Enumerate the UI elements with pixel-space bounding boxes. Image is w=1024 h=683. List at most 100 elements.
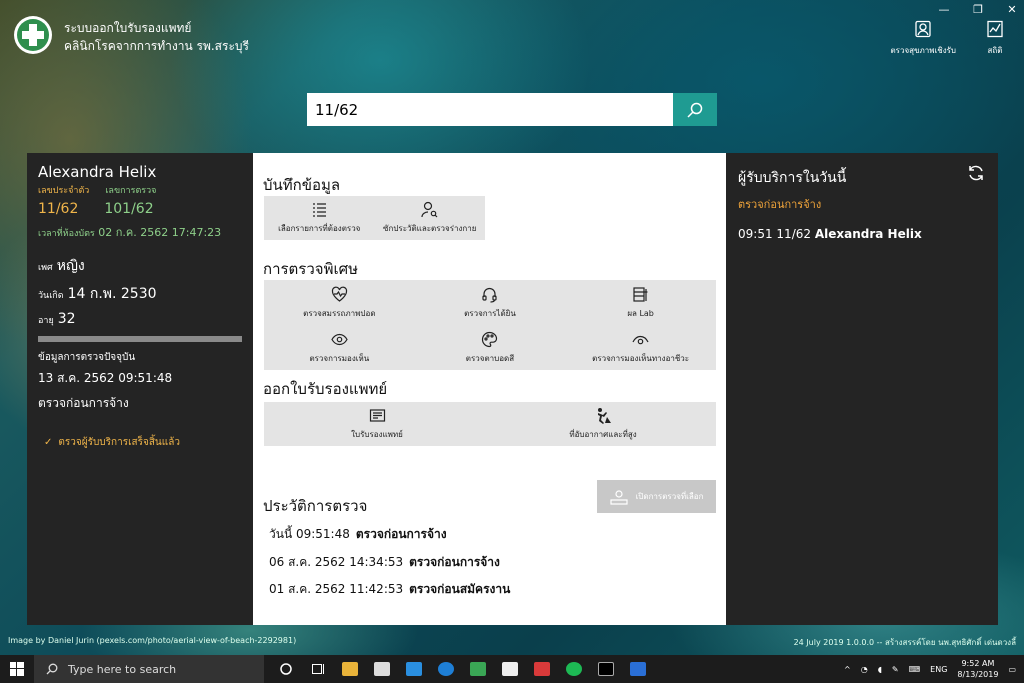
window-controls: — ❐ ✕ <box>938 3 1018 16</box>
close-icon[interactable]: ✕ <box>1006 3 1018 16</box>
certificate-buttons: ใบรับรองแพทย์ ที่อับอากาศและที่สูง <box>264 402 716 446</box>
lab-icon <box>633 286 648 302</box>
stats-button[interactable]: สถิติ <box>986 20 1004 57</box>
check-icon: ✓ <box>44 437 53 448</box>
minimize-icon[interactable]: — <box>938 3 950 16</box>
patient-id: 11/62 <box>38 201 79 217</box>
mail-icon <box>374 662 390 676</box>
search-input[interactable] <box>307 93 673 126</box>
clock[interactable]: 9:52 AM 8/13/2019 <box>957 658 998 680</box>
app-button-3[interactable] <box>526 655 558 683</box>
confined-space-button[interactable]: ที่อับอากาศและที่สูง <box>490 402 716 446</box>
history-row-date: วันนี้ 09:51:48 <box>269 527 350 541</box>
record-section-title: บันทึกข้อมูล <box>263 176 341 194</box>
search-icon <box>46 663 58 675</box>
history-row[interactable]: วันนี้ 09:51:48 ตรวจก่อนการจ้าง <box>269 525 447 544</box>
app-logo <box>14 16 52 54</box>
app-icon <box>470 662 486 676</box>
volume-icon[interactable]: ◖ <box>878 665 882 674</box>
eye-half-icon <box>632 335 649 344</box>
checklist-icon <box>312 203 326 217</box>
taskbar: Type here to search ^ ◔ ◖ ✎ ⌨ ENG 9:52 A… <box>0 655 1024 683</box>
app-title-line2: คลินิกโรคจากการทำงาน รพ.สระบุรี <box>64 39 249 53</box>
person-search-icon <box>421 201 438 218</box>
document-icon <box>502 662 518 676</box>
app-button-2[interactable] <box>494 655 526 683</box>
sex-value: หญิง <box>56 258 85 274</box>
stats-label: สถิติ <box>987 46 1003 55</box>
windows-icon <box>10 662 24 676</box>
task-view-button[interactable] <box>302 655 334 683</box>
medical-certificate-button[interactable]: ใบรับรองแพทย์ <box>264 402 490 446</box>
lab-result-button[interactable]: ผล Lab <box>565 280 716 325</box>
today-entry-time: 09:51 <box>738 227 773 241</box>
refresh-icon <box>969 165 983 181</box>
patient-panel: Alexandra Helix เลขประจำตัว เลขการตรวจ 1… <box>27 153 253 625</box>
taskbar-search[interactable]: Type here to search <box>34 655 264 683</box>
notification-icon[interactable]: ▭ <box>1008 665 1016 674</box>
hearing-test-label: ตรวจการได้ยิน <box>464 308 516 318</box>
exam-done-text: ตรวจผู้รับบริการเสร็จสิ้นแล้ว <box>58 437 180 448</box>
history-row[interactable]: 01 ส.ค. 2562 11:42:53 ตรวจก่อนสมัครงาน <box>269 580 510 599</box>
app-title: ระบบออกใบรับรองแพทย์ คลินิกโรคจากการทำงา… <box>64 19 249 55</box>
top-actions: ตรวจสุขภาพเชิงรับ สถิติ <box>890 20 1004 57</box>
heart-pulse-icon <box>331 286 347 302</box>
app-red-icon <box>534 662 550 676</box>
today-entry-name: Alexandra Helix <box>814 227 922 241</box>
age-label: อายุ <box>38 316 54 326</box>
vision-test-button[interactable]: ตรวจการมองเห็น <box>264 325 415 370</box>
occupational-vision-button[interactable]: ตรวจการมองเห็นทางอาชีวะ <box>565 325 716 370</box>
confined-space-label: ที่อับอากาศและที่สูง <box>569 430 637 439</box>
passive-checkup-button[interactable]: ตรวจสุขภาพเชิงรับ <box>890 20 956 57</box>
occupational-vision-label: ตรวจการมองเห็นทางอาชีวะ <box>592 353 690 363</box>
visit-label: เลขการตรวจ <box>105 186 157 196</box>
folder-icon <box>342 662 358 676</box>
version-text: 24 July 2019 1.0.0.0 -- สร้างสรรค์โดย นพ… <box>793 638 1016 647</box>
today-entry[interactable]: 09:51 11/62 Alexandra Helix <box>738 227 986 241</box>
color-blind-test-button[interactable]: ตรวจตาบอดสี <box>415 325 566 370</box>
history-row[interactable]: 06 ส.ค. 2562 14:34:53 ตรวจก่อนการจ้าง <box>269 553 500 572</box>
terminal-button[interactable] <box>590 655 622 683</box>
clock-time: 9:52 AM <box>961 659 995 668</box>
search-icon <box>687 102 703 118</box>
checkin-label: เวลาที่ห้องบัตร <box>38 229 95 239</box>
person-frame-icon <box>915 20 931 38</box>
file-explorer-button[interactable] <box>334 655 366 683</box>
app-button-1[interactable] <box>462 655 494 683</box>
chevron-up-icon[interactable]: ^ <box>844 665 851 674</box>
spotify-button[interactable] <box>558 655 590 683</box>
lung-test-label: ตรวจสมรรถภาพปอด <box>303 308 376 318</box>
hearing-test-button[interactable]: ตรวจการได้ยิน <box>415 280 566 325</box>
search-button[interactable] <box>673 93 717 126</box>
history-physical-button[interactable]: ซักประวัติและตรวจร่างกาย <box>375 196 486 240</box>
select-exam-items-label: เลือกรายการที่ต้องตรวจ <box>278 224 361 233</box>
app-button-4[interactable] <box>622 655 654 683</box>
store-button[interactable] <box>398 655 430 683</box>
mail-button[interactable] <box>366 655 398 683</box>
language-indicator[interactable]: ENG <box>930 665 947 674</box>
start-button[interactable] <box>0 662 34 676</box>
refresh-button[interactable] <box>966 163 986 187</box>
passive-checkup-label: ตรวจสุขภาพเชิงรับ <box>890 46 956 55</box>
select-exam-items-button[interactable]: เลือกรายการที่ต้องตรวจ <box>264 196 375 240</box>
history-section-title: ประวัติการตรวจ <box>263 497 368 515</box>
restore-icon[interactable]: ❐ <box>972 3 984 16</box>
circle-icon <box>280 663 292 675</box>
pen-icon[interactable]: ✎ <box>892 665 899 674</box>
window-app-icon <box>630 662 646 676</box>
spotify-icon <box>566 662 582 676</box>
network-icon[interactable]: ◔ <box>861 665 868 674</box>
cortana-button[interactable] <box>270 655 302 683</box>
open-selected-exam-button[interactable]: เปิดการตรวจที่เลือก <box>597 480 716 513</box>
checkin-value: 02 ก.ค. 2562 17:47:23 <box>98 226 222 239</box>
keyboard-icon[interactable]: ⌨ <box>909 665 921 674</box>
color-blind-test-label: ตรวจตาบอดสี <box>465 353 515 363</box>
eye-icon <box>331 333 348 345</box>
main-panel: บันทึกข้อมูล เลือกรายการที่ต้องตรวจ ซักป… <box>253 153 726 625</box>
edge-button[interactable] <box>430 655 462 683</box>
palette-icon <box>482 331 498 347</box>
today-subtitle: ตรวจก่อนการจ้าง <box>738 198 822 211</box>
chart-icon <box>987 20 1003 38</box>
progress-bar <box>38 336 242 342</box>
lung-test-button[interactable]: ตรวจสมรรถภาพปอด <box>264 280 415 325</box>
